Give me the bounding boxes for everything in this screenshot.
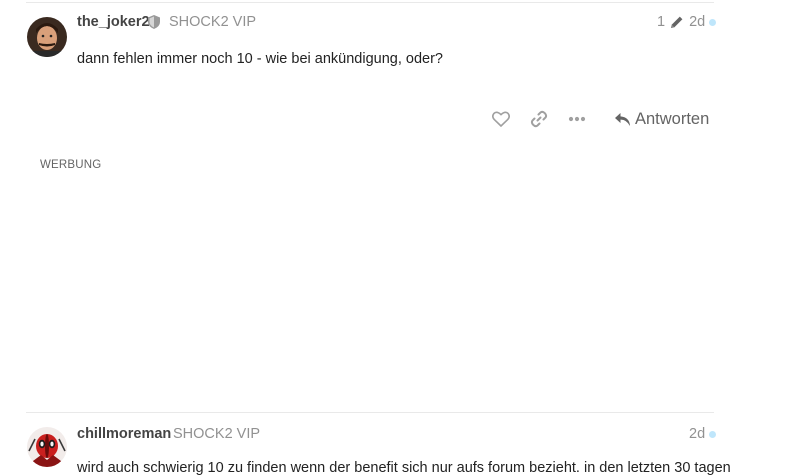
post-date[interactable]: 2d [689, 14, 705, 30]
user-title: SHOCK2 VIP [173, 426, 261, 442]
post-actions: Antworten [491, 109, 709, 129]
post-body: dann fehlen immer noch 10 - wie bei ankü… [77, 51, 443, 67]
reply-button[interactable]: Antworten [614, 110, 709, 129]
ad-label: WERBUNG [40, 159, 102, 171]
link-icon[interactable] [529, 109, 549, 129]
reply-arrow-icon [614, 112, 631, 127]
post-divider [26, 412, 714, 413]
unread-dot [709, 18, 717, 26]
pencil-icon[interactable] [670, 15, 684, 29]
more-options-icon[interactable] [567, 109, 587, 129]
unread-dot [709, 430, 717, 438]
avatar[interactable] [27, 427, 67, 467]
avatar-image-icon [27, 17, 67, 57]
post-date[interactable]: 2d [689, 426, 705, 442]
avatar-image-icon [27, 427, 67, 467]
post-meta: 1 2d [657, 14, 717, 30]
username[interactable]: the_joker2 [77, 14, 150, 30]
username[interactable]: chillmoreman [77, 426, 171, 442]
shield-icon [148, 15, 160, 34]
post-meta: 2d [689, 426, 717, 442]
post-body: wird auch schwierig 10 zu finden wenn de… [77, 460, 731, 476]
post-divider [26, 2, 714, 3]
like-heart-icon[interactable] [491, 109, 511, 129]
reply-label: Antworten [635, 109, 710, 128]
avatar[interactable] [27, 17, 67, 57]
user-title: SHOCK2 VIP [169, 14, 257, 30]
edit-count[interactable]: 1 [657, 14, 665, 30]
